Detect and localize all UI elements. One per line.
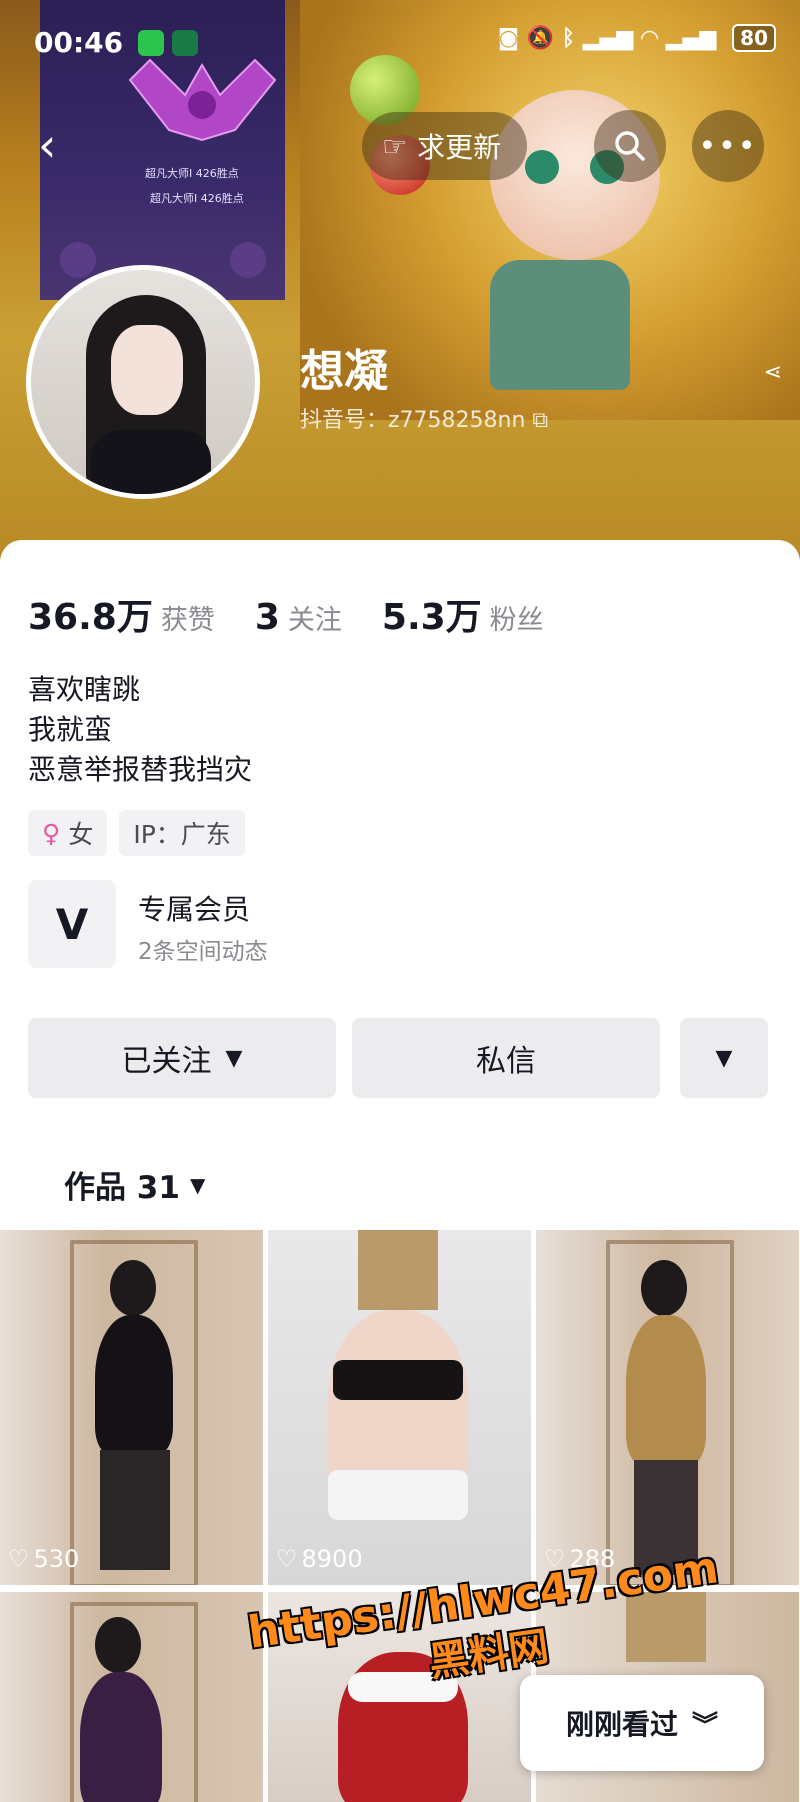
heart-icon: ♡	[8, 1545, 30, 1573]
double-chevron-down-icon: ︾	[692, 1710, 719, 1741]
works-label: 作品 31	[64, 1170, 180, 1206]
rank-title-1: 超凡大师I 426胜点	[145, 167, 239, 180]
wifi-icon: ◠	[641, 26, 659, 51]
following-count[interactable]: 3	[255, 597, 280, 638]
person-head	[641, 1260, 687, 1316]
nfc-icon: ◙	[497, 26, 520, 51]
bluetooth-icon: ᛒ	[561, 26, 576, 51]
ip-tag: IP：广东	[119, 810, 245, 856]
status-time: 00:46	[34, 26, 124, 59]
followed-button[interactable]: 已关注 ▼	[28, 1018, 336, 1098]
like-count-text: 8900	[301, 1545, 363, 1573]
video-thumbnail[interactable]	[0, 1592, 263, 1802]
more-button[interactable]: •••	[692, 110, 764, 182]
video-thumbnail[interactable]: ♡ 530	[0, 1230, 263, 1585]
member-title: 专属会员	[138, 893, 251, 926]
person-legs	[100, 1450, 170, 1570]
mute-icon: 🔕	[526, 26, 555, 51]
heart-icon: ♡	[276, 1545, 298, 1573]
stats-row: 36.8万 获赞 3 关注 5.3万 粉丝	[28, 588, 584, 640]
character-body	[490, 260, 630, 390]
person-head	[95, 1617, 141, 1673]
chevron-down-icon: ▼	[225, 1045, 243, 1071]
bio: 喜欢瞎跳 我就蛮 恶意举报替我挡灾	[28, 670, 252, 790]
followed-label: 已关注	[121, 1044, 212, 1079]
recently-viewed-button[interactable]: 刚刚看过 ︾	[520, 1675, 764, 1771]
status-bar: 00:46 ◙ 🔕 ᛒ ▂▄▆ ◠ ▂▄▆ 80	[0, 0, 800, 90]
person-figure	[80, 1672, 162, 1802]
request-update-label: 求更新	[417, 131, 502, 164]
gender-tag: ♀ 女	[28, 810, 108, 856]
avatar[interactable]	[26, 265, 260, 499]
avatar-face	[111, 325, 183, 415]
app-notification-icon	[172, 30, 198, 56]
chevron-down-icon: ▼	[715, 1045, 733, 1071]
battery-indicator: 80	[732, 24, 776, 52]
request-update-button[interactable]: ☞ 求更新	[362, 112, 528, 180]
message-label: 私信	[476, 1044, 536, 1079]
bio-line: 喜欢瞎跳	[28, 673, 141, 706]
person-figure	[95, 1315, 173, 1455]
avatar-outfit	[91, 430, 211, 494]
recently-viewed-label: 刚刚看过	[565, 1708, 678, 1741]
female-icon: ♀	[42, 818, 61, 848]
nickname: 想凝	[300, 346, 388, 397]
box-mask	[358, 1230, 438, 1310]
following-label[interactable]: 关注	[288, 598, 342, 637]
followers-label[interactable]: 粉丝	[490, 598, 544, 637]
share-icon[interactable]: ⋖	[764, 360, 782, 385]
gender-label: 女	[68, 820, 94, 849]
video-thumbnail[interactable]: ♡ 8900	[268, 1230, 531, 1585]
rank-badge-icon	[230, 242, 266, 278]
douyin-id[interactable]: 抖音号：z7758258nn ⧉	[300, 402, 548, 434]
character-eye	[525, 150, 559, 184]
system-icons: ◙ 🔕 ᛒ ▂▄▆ ◠ ▂▄▆ 80	[498, 24, 776, 52]
works-tab[interactable]: 作品 31 ▼	[64, 1162, 205, 1207]
video-thumbnail[interactable]: ♡ 288	[536, 1230, 799, 1585]
bio-line: 恶意举报替我挡灾	[28, 753, 253, 786]
more-dots-icon: •••	[698, 128, 758, 164]
person-figure	[626, 1315, 706, 1465]
likes-label: 获赞	[160, 605, 215, 636]
rank-title-2: 超凡大师I 426胜点	[150, 192, 244, 205]
vip-v-icon: V	[28, 880, 116, 968]
person-head	[110, 1260, 156, 1316]
signal-icon: ▂▄▆	[665, 26, 717, 51]
search-icon	[615, 131, 645, 161]
action-buttons: 已关注 ▼ 私信 ▼	[28, 1018, 768, 1098]
douyin-id-text: 抖音号：z7758258nn	[300, 408, 526, 433]
bio-line: 我就蛮	[28, 713, 113, 746]
like-count: ♡ 530	[8, 1545, 79, 1573]
search-button[interactable]	[594, 110, 666, 182]
exclusive-member-entry[interactable]: V 专属会员 2条空间动态	[28, 880, 728, 970]
likes-count: 36.8万	[28, 597, 153, 638]
followers-count[interactable]: 5.3万	[382, 588, 482, 640]
copy-icon[interactable]: ⧉	[532, 408, 548, 433]
rank-badge-icon	[60, 242, 96, 278]
person-top	[333, 1360, 463, 1400]
signal-icon: ▂▄▆	[582, 26, 634, 51]
like-count: ♡ 8900	[276, 1545, 363, 1573]
message-button[interactable]: 私信	[352, 1018, 660, 1098]
profile-tags: ♀ 女 IP：广东	[28, 810, 245, 856]
back-button[interactable]: ‹	[38, 118, 56, 172]
person-skirt	[328, 1470, 468, 1520]
member-subtitle: 2条空间动态	[138, 939, 268, 965]
like-count-text: 530	[33, 1545, 80, 1573]
wechat-icon	[138, 30, 164, 56]
pointing-hand-icon: ☞	[382, 129, 408, 163]
more-actions-button[interactable]: ▼	[680, 1018, 768, 1098]
chevron-down-icon: ▼	[189, 1172, 206, 1197]
